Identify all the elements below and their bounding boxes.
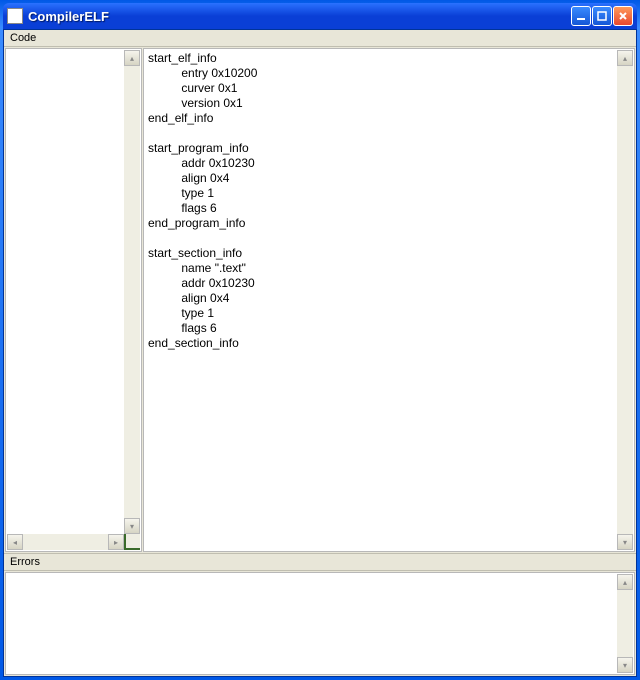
close-icon	[617, 10, 629, 22]
close-button[interactable]	[613, 6, 633, 26]
scroll-down-button[interactable]: ▾	[124, 518, 140, 534]
scroll-corner	[124, 534, 140, 550]
scroll-track[interactable]	[617, 66, 633, 534]
scroll-up-button[interactable]: ▴	[124, 50, 140, 66]
scroll-track[interactable]	[23, 534, 108, 550]
chevron-up-icon: ▴	[623, 578, 627, 587]
window-title: CompilerELF	[28, 9, 109, 24]
code-label: Code	[4, 30, 636, 47]
left-vscrollbar[interactable]: ▴ ▾	[124, 50, 140, 534]
left-hscrollbar[interactable]: ◂ ▸	[7, 534, 124, 550]
chevron-right-icon: ▸	[114, 538, 118, 547]
scroll-down-button[interactable]: ▾	[617, 534, 633, 550]
chevron-down-icon: ▾	[623, 661, 627, 670]
chevron-up-icon: ▴	[130, 54, 134, 63]
errors-area: Errors ▴ ▾	[4, 554, 636, 676]
minimize-button[interactable]	[571, 6, 591, 26]
app-window: CompilerELF Code ▴ ▾	[0, 0, 640, 680]
code-text[interactable]: start_elf_info entry 0x10200 curver 0x1 …	[148, 51, 616, 549]
scroll-left-button[interactable]: ◂	[7, 534, 23, 550]
window-controls	[571, 6, 633, 26]
scroll-up-button[interactable]: ▴	[617, 574, 633, 590]
client-area: Code ▴ ▾ ◂ ▸	[3, 29, 637, 677]
scroll-track[interactable]	[617, 590, 633, 657]
chevron-up-icon: ▴	[623, 54, 627, 63]
code-vscrollbar[interactable]: ▴ ▾	[617, 50, 633, 550]
minimize-icon	[575, 10, 587, 22]
chevron-left-icon: ◂	[13, 538, 17, 547]
errors-pane[interactable]: ▴ ▾	[5, 572, 635, 675]
code-editor[interactable]: start_elf_info entry 0x10200 curver 0x1 …	[143, 48, 635, 552]
scroll-right-button[interactable]: ▸	[108, 534, 124, 550]
chevron-down-icon: ▾	[623, 538, 627, 547]
chevron-down-icon: ▾	[130, 522, 134, 531]
errors-label: Errors	[4, 554, 636, 571]
titlebar[interactable]: CompilerELF	[3, 3, 637, 29]
scroll-down-button[interactable]: ▾	[617, 657, 633, 673]
left-pane[interactable]: ▴ ▾ ◂ ▸	[5, 48, 142, 552]
maximize-icon	[596, 10, 608, 22]
scroll-up-button[interactable]: ▴	[617, 50, 633, 66]
maximize-button[interactable]	[592, 6, 612, 26]
scroll-track[interactable]	[124, 66, 140, 518]
app-icon	[7, 8, 23, 24]
errors-vscrollbar[interactable]: ▴ ▾	[617, 574, 633, 673]
code-area: ▴ ▾ ◂ ▸	[4, 47, 636, 554]
